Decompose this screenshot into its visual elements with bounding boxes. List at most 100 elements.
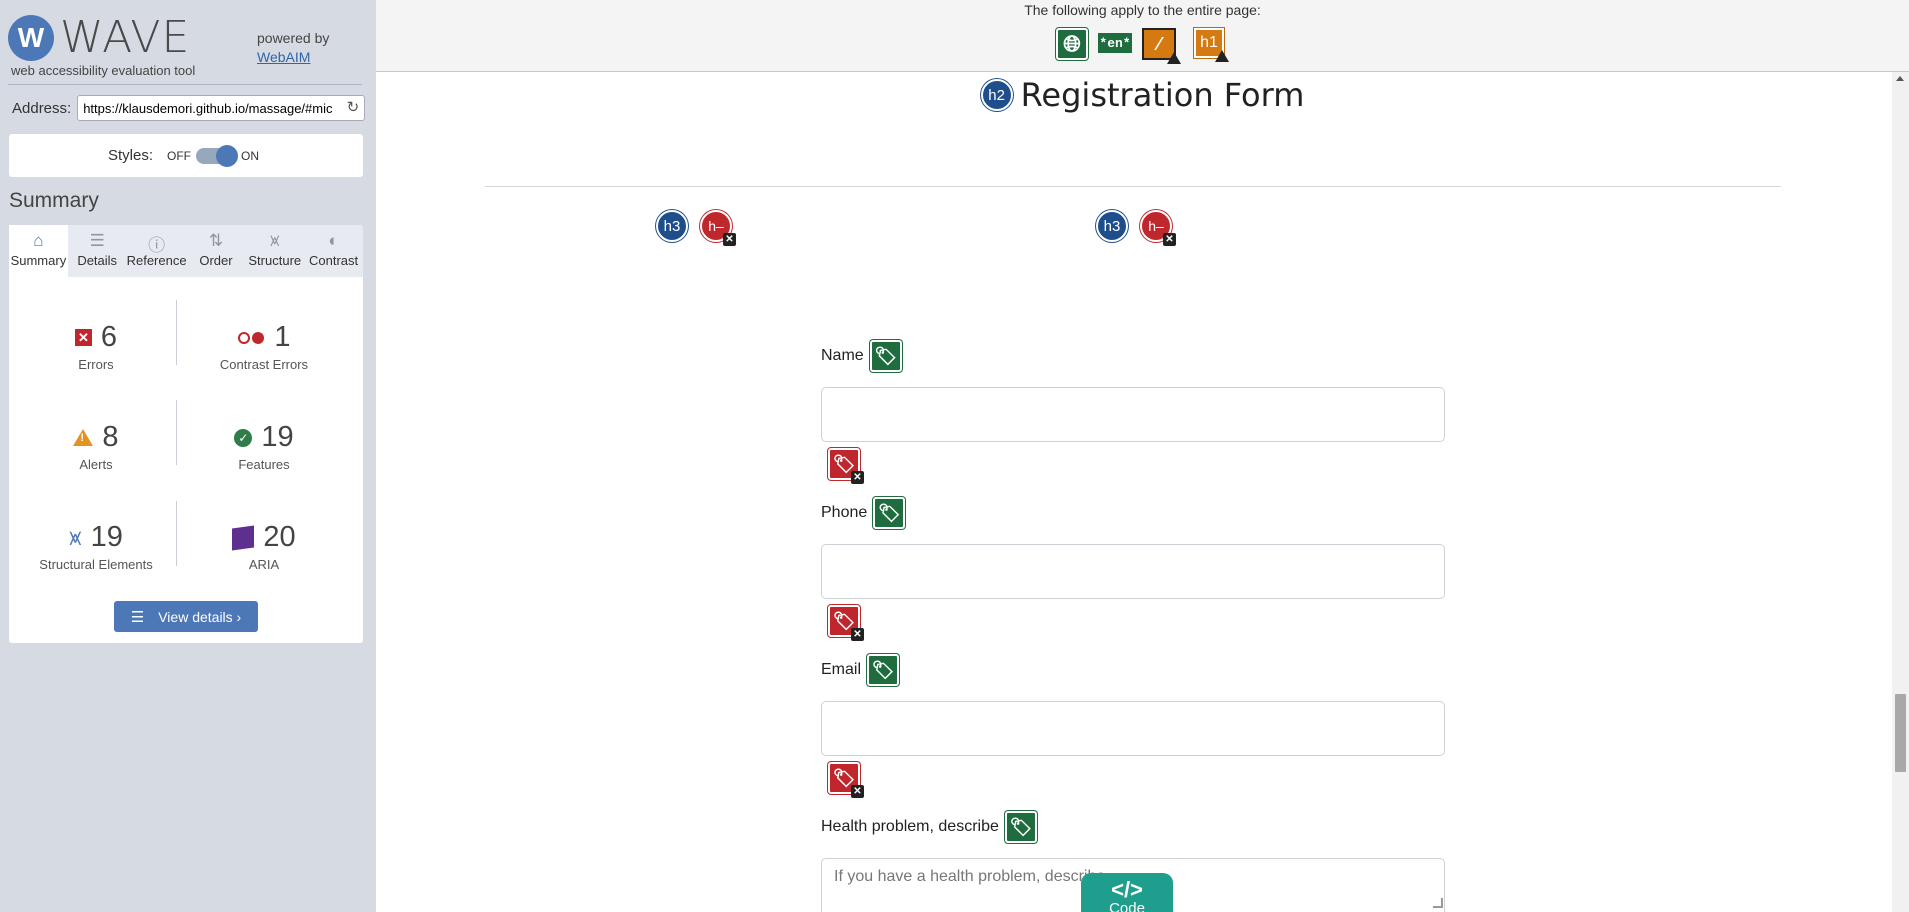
alerts-label: Alerts <box>79 457 113 472</box>
wave-logo[interactable]: W WAVE <box>8 12 190 63</box>
language-en-icon[interactable]: *en* <box>1098 33 1132 53</box>
tab-reference[interactable]: ⓘ Reference <box>127 225 187 277</box>
webaim-link[interactable]: WebAIM <box>257 48 329 67</box>
phone-label: Phone 🏷︎ <box>821 497 906 529</box>
feature-check-icon: ✓ <box>234 428 253 447</box>
hminus-text: h– <box>1148 218 1164 234</box>
code-label: Code <box>1109 900 1145 912</box>
toggle-knob <box>216 144 238 167</box>
health-label: Health problem, describe 🏷︎ <box>821 811 1037 843</box>
tab-label: Details <box>77 253 118 268</box>
missing-label-error-icon[interactable]: 🏷︎ ✕ <box>828 762 864 798</box>
address-input[interactable] <box>77 95 366 121</box>
hminus-text: h– <box>708 218 724 234</box>
registration-title: Registration Form <box>1020 76 1305 114</box>
stat-features[interactable]: ✓ 19 Features <box>189 421 339 472</box>
alerts-count: 8 <box>102 421 119 453</box>
empty-heading-error-icon[interactable]: h– ✕ <box>700 210 736 246</box>
scroll-thumb[interactable] <box>1895 694 1906 772</box>
tab-summary[interactable]: ⌂ Summary <box>9 225 68 277</box>
stat-structural[interactable]: ⩙ 19 Structural Elements <box>21 521 171 572</box>
tab-label: Reference <box>126 253 187 268</box>
page-level-icons: 🌐︎ *en* ⁄ h1 <box>1055 27 1229 64</box>
refresh-icon[interactable]: ↻ <box>347 98 360 116</box>
tab-details[interactable]: ☰ Details <box>68 225 127 277</box>
errors-label: Errors <box>78 357 114 372</box>
label-tag-icon[interactable]: 🏷︎ <box>873 497 906 529</box>
h2-heading-icon[interactable]: h2 <box>980 79 1013 111</box>
error-icon: ✕ <box>74 329 92 346</box>
aria-label: ARIA <box>248 557 280 572</box>
structure-icon: ⩙ <box>269 231 280 250</box>
name-label: Name 🏷︎ <box>821 340 902 372</box>
warning-badge-icon <box>1215 50 1229 62</box>
email-label: Email 🏷︎ <box>821 654 900 686</box>
contrast-error-icon <box>237 331 265 344</box>
name-field[interactable] <box>821 387 1445 442</box>
alert-icon: ! <box>73 429 94 446</box>
error-badge-icon: ✕ <box>851 628 864 641</box>
stat-divider <box>176 400 177 465</box>
code-toggle-button[interactable]: </> Code <box>1081 873 1173 912</box>
scroll-up-arrow-icon[interactable] <box>1896 76 1904 81</box>
errors-count: 6 <box>100 321 118 353</box>
empty-heading-error-icon[interactable]: h– ✕ <box>1140 210 1176 246</box>
label-tag-icon[interactable]: 🏷︎ <box>1004 811 1037 843</box>
stat-errors[interactable]: ✕ 6 Errors <box>21 321 171 372</box>
stat-divider <box>176 501 177 566</box>
styles-label: Styles: <box>107 147 153 164</box>
page-title: h2 Registration Form <box>376 76 1909 114</box>
stat-divider <box>176 300 177 365</box>
panel-tabs: ⌂ Summary ☰ Details ⓘ Reference ⇅ Order ⩙ Str… <box>9 225 363 277</box>
h1-alert-icon[interactable]: h1 <box>1193 27 1229 62</box>
health-label-text: Health problem, describe <box>821 818 999 835</box>
home-icon: ⌂ <box>33 231 44 250</box>
stat-aria[interactable]: 20 ARIA <box>189 521 339 572</box>
missing-label-error-icon[interactable]: 🏷︎ ✕ <box>828 605 864 641</box>
page-level-banner: The following apply to the entire page: … <box>376 0 1909 72</box>
order-icon: ⇅ <box>208 231 224 250</box>
name-label-text: Name <box>821 347 864 364</box>
styles-toggle[interactable] <box>196 144 238 167</box>
summary-heading: Summary <box>9 189 99 212</box>
noscript-alert-icon[interactable]: ⁄ <box>1142 28 1181 64</box>
address-label: Address: <box>12 99 72 117</box>
list-icon: ☰ <box>130 608 145 626</box>
stat-alerts[interactable]: ! 8 Alerts <box>21 421 171 472</box>
features-count: 19 <box>261 421 294 453</box>
label-tag-icon[interactable]: 🏷︎ <box>867 654 900 686</box>
contrast-errors-label: Contrast Errors <box>219 357 309 372</box>
page-scrollbar[interactable] <box>1892 72 1909 912</box>
stat-contrast-errors[interactable]: 1 Contrast Errors <box>189 321 339 372</box>
tab-contrast[interactable]: ◐ Contrast <box>304 225 363 277</box>
title-divider <box>485 186 1781 187</box>
powered-by: powered by WebAIM <box>257 29 329 67</box>
tab-structure[interactable]: ⩙ Structure <box>245 225 304 277</box>
styles-toggle-box: Styles: OFF ON <box>9 134 363 177</box>
h3-heading-icon[interactable]: h3 <box>1096 210 1128 242</box>
page-level-text: The following apply to the entire page: <box>1024 2 1261 18</box>
error-badge-icon: ✕ <box>1163 233 1176 246</box>
tab-label: Order <box>199 253 233 268</box>
email-field[interactable] <box>821 701 1445 756</box>
tab-order[interactable]: ⇅ Order <box>187 225 246 277</box>
info-icon: ⓘ <box>148 236 166 255</box>
powered-by-label: powered by <box>257 30 330 46</box>
contrast-icon: ◐ <box>328 231 339 250</box>
view-details-label: View details › <box>158 608 242 625</box>
missing-label-error-icon[interactable]: 🏷︎ ✕ <box>828 448 864 484</box>
phone-label-text: Phone <box>821 504 868 521</box>
summary-panel: ⌂ Summary ☰ Details ⓘ Reference ⇅ Order ⩙ Str… <box>9 225 363 643</box>
code-icon: </> <box>1111 877 1143 902</box>
language-globe-icon[interactable]: 🌐︎ <box>1055 27 1089 61</box>
label-tag-icon[interactable]: 🏷︎ <box>869 340 902 372</box>
evaluated-page: The following apply to the entire page: … <box>376 0 1909 912</box>
resize-grip-icon[interactable] <box>1433 898 1443 908</box>
styles-off-label: OFF <box>167 148 191 163</box>
h3-heading-icon[interactable]: h3 <box>656 210 688 242</box>
warning-badge-icon <box>1167 52 1181 64</box>
email-label-text: Email <box>821 661 862 678</box>
view-details-button[interactable]: ☰ View details › <box>114 601 258 632</box>
phone-field[interactable] <box>821 544 1445 599</box>
structure-icon: ⩙ <box>69 524 82 550</box>
